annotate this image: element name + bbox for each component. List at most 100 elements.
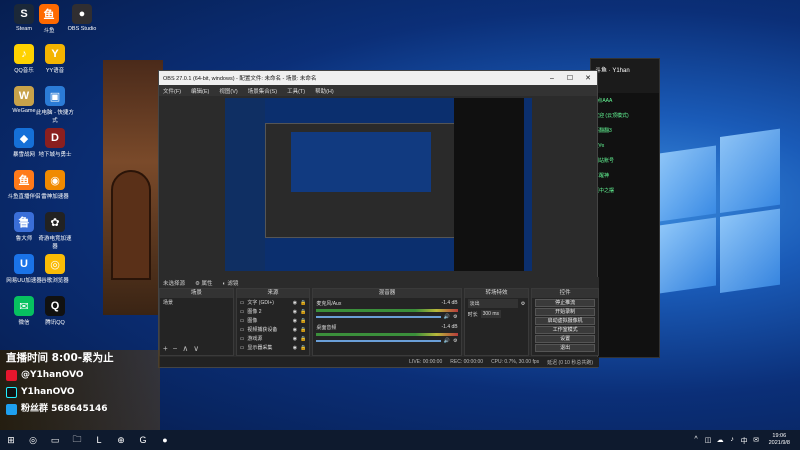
desktop-icon-label: 此电脑 - 快捷方式 bbox=[36, 110, 74, 124]
menu-item[interactable]: 工具(T) bbox=[287, 87, 305, 95]
desktop-icon-label: 奇游电竞加速器 bbox=[38, 236, 72, 250]
channel-name: 桌面音频 bbox=[316, 325, 337, 331]
control-button[interactable]: 停止推流 bbox=[535, 299, 595, 307]
lock-icon[interactable]: 🔒 bbox=[300, 300, 306, 306]
eye-icon[interactable]: ◉ bbox=[293, 345, 297, 351]
desktop-icon[interactable]: D 地下城与勇士 bbox=[36, 128, 74, 158]
add-icon[interactable]: + bbox=[163, 344, 168, 353]
source-item[interactable]: ▭ 文字 (GDI+) ◉ 🔒 bbox=[237, 298, 310, 307]
desktop-icon[interactable]: Q 腾讯QQ bbox=[36, 296, 74, 326]
control-button[interactable]: 启动虚拟摄像机 bbox=[535, 317, 595, 325]
mixer-channel: 桌面音频 -1.4 dB 🔊 ⚙ bbox=[313, 322, 460, 346]
source-label: 游戏源 bbox=[247, 336, 263, 342]
gear-icon[interactable]: ⚙ bbox=[521, 301, 525, 307]
desktop-icon[interactable]: Y YY语音 bbox=[36, 44, 74, 74]
maximize-button[interactable]: ☐ bbox=[561, 74, 579, 82]
taskbar-app-icon[interactable]: ● bbox=[156, 431, 174, 449]
control-button[interactable]: 工作室模式 bbox=[535, 326, 595, 334]
lock-icon[interactable]: 🔒 bbox=[300, 327, 306, 333]
preview-nested-obs bbox=[265, 123, 455, 238]
tray-icon[interactable]: ◫ bbox=[704, 436, 713, 445]
menu-item[interactable]: 场景集合(S) bbox=[248, 87, 277, 95]
tray-icon[interactable]: ^ bbox=[692, 436, 701, 445]
lock-icon[interactable]: 🔒 bbox=[300, 309, 306, 315]
source-item[interactable]: ▭ 视频捕获设备 ◉ 🔒 bbox=[237, 325, 310, 334]
gear-icon[interactable]: ⚙ bbox=[453, 338, 457, 344]
channel-db: -1.4 dB bbox=[441, 324, 458, 330]
remove-icon[interactable]: − bbox=[173, 344, 178, 353]
qq-icon bbox=[6, 404, 17, 415]
eye-icon[interactable]: ◉ bbox=[293, 300, 297, 306]
lock-icon[interactable]: 🔒 bbox=[300, 345, 306, 351]
duration-input[interactable]: 300 ms bbox=[480, 310, 502, 318]
game-window[interactable] bbox=[103, 60, 163, 315]
obs-window[interactable]: OBS 27.0.1 (64-bit, windows) - 配置文件: 未命名… bbox=[158, 70, 599, 368]
desktop-icon[interactable]: ✿ 奇游电竞加速器 bbox=[36, 212, 74, 250]
taskbar: ⊞ ◎ ▭ 🗀 L ⊕ G ● ^ ◫ ☁ ♪ 中 ✉ 19:06 2021/9/8 bbox=[0, 430, 800, 450]
source-item[interactable]: ▭ 游戏源 ◉ 🔒 bbox=[237, 334, 310, 343]
source-label: 文字 (GDI+) bbox=[247, 300, 274, 306]
speaker-icon[interactable]: 🔊 bbox=[444, 338, 450, 344]
status-item: LIVE: 00:00:00 bbox=[409, 359, 443, 365]
tray-icon[interactable]: 中 bbox=[740, 436, 749, 445]
taskbar-app-icon[interactable]: ⊞ bbox=[2, 431, 20, 449]
app-icon: 鱼 bbox=[39, 4, 59, 24]
desktop-icon[interactable]: ◎ 谷歌浏览器 bbox=[36, 254, 74, 284]
eye-icon[interactable]: ◉ bbox=[293, 336, 297, 342]
desktop-icon[interactable]: ● OBS Studio bbox=[63, 4, 101, 32]
lock-icon[interactable]: 🔒 bbox=[300, 318, 306, 324]
volume-slider[interactable] bbox=[316, 340, 441, 342]
taskbar-app-icon[interactable]: L bbox=[90, 431, 108, 449]
app-icon: ◉ bbox=[45, 170, 65, 190]
taskbar-app-icon[interactable]: ▭ bbox=[46, 431, 64, 449]
properties-button[interactable]: ⚙ 属性 bbox=[195, 279, 212, 287]
menu-item[interactable]: 编辑(E) bbox=[191, 87, 209, 95]
lock-icon[interactable]: 🔒 bbox=[300, 336, 306, 342]
filters-button[interactable]: ◐ 滤镜 bbox=[223, 279, 239, 287]
app-icon: ● bbox=[72, 4, 92, 24]
desktop-icon[interactable]: ◉ 雷神加速器 bbox=[36, 170, 74, 200]
tray-icon[interactable]: ✉ bbox=[752, 436, 761, 445]
eye-icon[interactable]: ◉ bbox=[293, 318, 297, 324]
app-icon: ✿ bbox=[45, 212, 65, 232]
status-item: 延迟 (0 10 秒总共跑) bbox=[547, 359, 593, 366]
clock[interactable]: 19:06 2021/9/8 bbox=[765, 433, 794, 447]
taskbar-app-icon[interactable]: ⊕ bbox=[112, 431, 130, 449]
down-icon[interactable]: ∨ bbox=[193, 344, 199, 353]
windows-logo-wallpaper bbox=[660, 128, 780, 299]
chat-window[interactable]: 斗鱼 · Y1han A点AAA 欢迎 (云顶模式) 蔡翻翻3 空#x 网站账号 三醒神驱… bbox=[590, 58, 660, 358]
chat-message: 空#x bbox=[594, 143, 605, 149]
desktop-icon[interactable]: ▣ 此电脑 - 快捷方式 bbox=[36, 86, 74, 124]
desktop-icon-label: 腾讯QQ bbox=[45, 320, 65, 326]
up-icon[interactable]: ∧ bbox=[182, 344, 188, 353]
transitions-title: 转场特效 bbox=[464, 289, 529, 298]
eye-icon[interactable]: ◉ bbox=[293, 327, 297, 333]
control-button[interactable]: 开始录制 bbox=[535, 308, 595, 316]
taskbar-app-icon[interactable]: ◎ bbox=[24, 431, 42, 449]
taskbar-app-icon[interactable]: G bbox=[134, 431, 152, 449]
transition-select[interactable]: 淡出 ⚙ bbox=[465, 298, 529, 309]
tray-icon[interactable]: ☁ bbox=[716, 436, 725, 445]
controls-buttons: 停止推流 开始录制 启动虚拟摄像机 工作室模式 设置 退出 bbox=[532, 299, 598, 352]
eye-icon[interactable]: ◉ bbox=[293, 309, 297, 315]
control-button[interactable]: 设置 bbox=[535, 335, 595, 343]
minimize-button[interactable]: – bbox=[543, 75, 561, 82]
source-item[interactable]: ▭ 显示器采集 ◉ 🔒 bbox=[237, 343, 310, 352]
source-item[interactable]: ▭ 图像 ◉ 🔒 bbox=[237, 316, 310, 325]
control-button[interactable]: 退出 bbox=[535, 344, 595, 352]
taskbar-app-icon[interactable]: 🗀 bbox=[68, 431, 86, 449]
app-icon: U bbox=[14, 254, 34, 274]
obs-preview[interactable] bbox=[225, 98, 532, 271]
overlay-weibo: @Y1hanOVO bbox=[0, 367, 160, 384]
speaker-icon[interactable]: 🔊 bbox=[444, 314, 450, 320]
menu-item[interactable]: 文件(F) bbox=[163, 87, 181, 95]
scene-item[interactable]: 场景 bbox=[160, 298, 233, 307]
menu-item[interactable]: 帮助(H) bbox=[315, 87, 334, 95]
close-button[interactable]: ✕ bbox=[579, 74, 597, 82]
gear-icon[interactable]: ⚙ bbox=[453, 314, 457, 320]
source-item[interactable]: ▭ 图像 2 ◉ 🔒 bbox=[237, 307, 310, 316]
volume-slider[interactable] bbox=[316, 316, 441, 318]
preview-chat bbox=[454, 98, 524, 271]
tray-icon[interactable]: ♪ bbox=[728, 436, 737, 445]
menu-item[interactable]: 视图(V) bbox=[219, 87, 237, 95]
